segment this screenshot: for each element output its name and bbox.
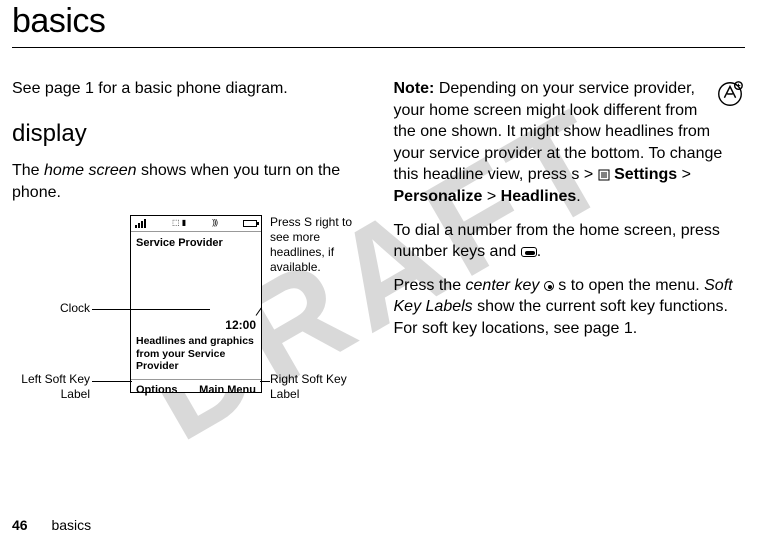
- open-pre: Press the: [394, 277, 466, 294]
- note-label: Note:: [394, 80, 435, 97]
- display-heading: display: [12, 118, 364, 150]
- left-softkey-label: Options: [136, 383, 178, 398]
- callout-clock: Clock: [12, 301, 90, 316]
- dial-paragraph: To dial a number from the home screen, p…: [394, 220, 746, 263]
- call-key-icon: [521, 247, 537, 257]
- status-spacer: ⬚ ▮: [172, 218, 186, 229]
- dial-period: .: [537, 243, 541, 260]
- headline-ticker: Headlines and graphics from your Service…: [131, 333, 261, 380]
- battery-icon: [243, 220, 257, 227]
- settings-icon: [598, 166, 610, 178]
- open-menu-paragraph: Press the center key s to open the menu.…: [394, 275, 746, 340]
- clock-value: 12:00: [131, 317, 261, 333]
- note-paragraph: Note: Depending on your service provider…: [394, 78, 746, 208]
- open-italic1: center key: [466, 277, 540, 294]
- gt2: >: [482, 188, 500, 205]
- page-title: basics: [12, 0, 745, 48]
- path-headlines: Headlines: [501, 188, 577, 205]
- gt1: >: [677, 166, 691, 183]
- body-pre: The: [12, 162, 44, 179]
- antenna-icon: [715, 78, 745, 110]
- path-personalize: Personalize: [394, 188, 483, 205]
- intro-text: See page 1 for a basic phone diagram.: [12, 78, 364, 100]
- page-footer: 46 basics: [12, 517, 91, 533]
- left-column: See page 1 for a basic phone diagram. di…: [12, 78, 364, 435]
- signal-icon: [135, 219, 146, 228]
- body-italic: home screen: [44, 162, 137, 179]
- right-softkey-label: Main Menu: [199, 383, 256, 398]
- path-settings: Settings: [614, 166, 677, 183]
- open-mid: s to open the menu.: [554, 277, 704, 294]
- dial-text: To dial a number from the home screen, p…: [394, 222, 720, 261]
- footer-section: basics: [51, 517, 91, 533]
- callout-press-right: Press S right to see more headlines, if …: [270, 215, 360, 275]
- period1: .: [576, 188, 580, 205]
- page-number: 46: [12, 517, 28, 533]
- service-provider-label: Service Provider: [131, 232, 261, 253]
- callout-left-softkey: Left Soft Key Label: [12, 372, 90, 402]
- center-key-icon: [544, 281, 554, 291]
- display-body: The home screen shows when you turn on t…: [12, 160, 364, 203]
- right-column: Note: Depending on your service provider…: [394, 78, 746, 435]
- wifi-icon: ))): [212, 218, 217, 229]
- callout-right-softkey: Right Soft Key Label: [270, 372, 360, 402]
- phone-diagram: ⬚ ▮ ))) Service Provider 12:00 Headlines…: [12, 215, 364, 435]
- status-bar: ⬚ ▮ ))): [131, 216, 261, 232]
- phone-screen: ⬚ ▮ ))) Service Provider 12:00 Headlines…: [130, 215, 262, 393]
